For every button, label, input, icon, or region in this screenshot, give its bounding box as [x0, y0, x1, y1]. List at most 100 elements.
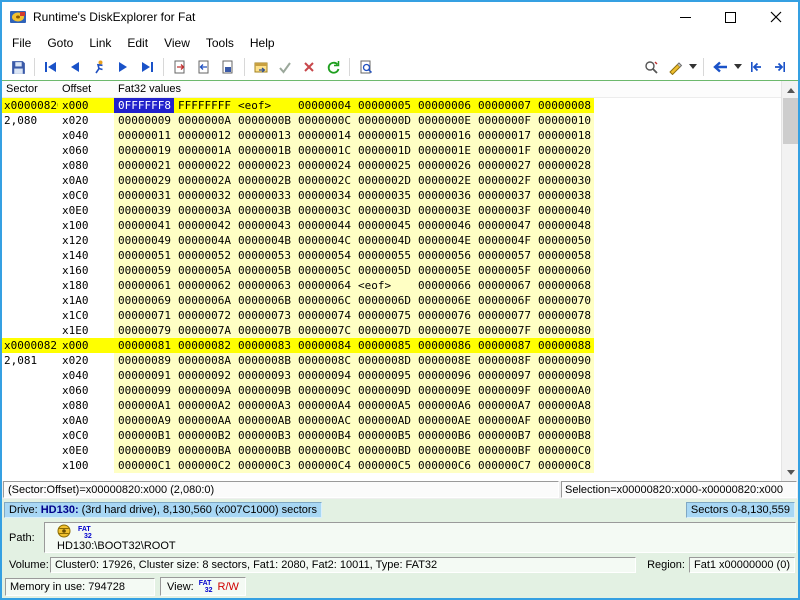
- marker-icon[interactable]: [663, 56, 687, 78]
- fat-entry-cell[interactable]: 00000023: [234, 158, 294, 173]
- fat-entry-cell[interactable]: 00000060: [534, 263, 594, 278]
- fat-entry-cell[interactable]: 000000AA: [174, 413, 234, 428]
- fat-entry-cell[interactable]: 00000068: [534, 278, 594, 293]
- fat-entry-cell[interactable]: 000000BB: [234, 443, 294, 458]
- fat-entry-cell[interactable]: 00000047: [474, 218, 534, 233]
- fat-entry-cell[interactable]: 0000001E: [414, 143, 474, 158]
- fat-entry-cell[interactable]: 00000066: [414, 278, 474, 293]
- fat-entry-cell[interactable]: 00000035: [354, 188, 414, 203]
- fat-entry-cell[interactable]: 000000B1: [114, 428, 174, 443]
- jump-prev-icon[interactable]: [744, 56, 768, 78]
- fat-entry-cell[interactable]: 00000092: [174, 368, 234, 383]
- fat-entry-cell[interactable]: 00000039: [114, 203, 174, 218]
- fat-entry-cell[interactable]: 00000070: [534, 293, 594, 308]
- fat-entry-cell[interactable]: 000000C1: [114, 458, 174, 473]
- menu-view[interactable]: View: [156, 33, 198, 53]
- fat-entry-cell[interactable]: 00000013: [234, 128, 294, 143]
- fat-entry-cell[interactable]: 0000000A: [174, 113, 234, 128]
- fat-entry-cell[interactable]: 000000B2: [174, 428, 234, 443]
- fat-entry-cell[interactable]: 00000075: [354, 308, 414, 323]
- fat-entry-cell[interactable]: 00000025: [354, 158, 414, 173]
- fat-entry-cell[interactable]: 0000004A: [174, 233, 234, 248]
- fat-entry-cell[interactable]: 00000015: [354, 128, 414, 143]
- fat-entry-cell[interactable]: 00000048: [534, 218, 594, 233]
- fat-entry-cell[interactable]: 00000032: [174, 188, 234, 203]
- fat-entry-cell[interactable]: 00000061: [114, 278, 174, 293]
- fat-entry-cell[interactable]: 00000071: [114, 308, 174, 323]
- undo-icon[interactable]: [321, 56, 345, 78]
- fat-entry-cell[interactable]: 00000091: [114, 368, 174, 383]
- fat-entry-cell[interactable]: 00000086: [414, 338, 474, 353]
- fat-entry-cell[interactable]: 00000004: [294, 98, 354, 113]
- fat-entry-cell[interactable]: 000000A4: [294, 398, 354, 413]
- fat-entry-cell[interactable]: 0000005F: [474, 263, 534, 278]
- nav-next-icon[interactable]: [111, 56, 135, 78]
- fat-entry-cell[interactable]: 000000B4: [294, 428, 354, 443]
- fat-entry-cell[interactable]: 0000004B: [234, 233, 294, 248]
- fat-entry-cell[interactable]: 0000009F: [474, 383, 534, 398]
- fat-entry-cell[interactable]: 0000000D: [354, 113, 414, 128]
- fat-entry-cell[interactable]: 0000003C: [294, 203, 354, 218]
- fat-entry-cell[interactable]: 0000004E: [414, 233, 474, 248]
- fat-entry-cell[interactable]: 00000018: [534, 128, 594, 143]
- fat-entry-cell[interactable]: 00000080: [534, 323, 594, 338]
- fat-entry-cell[interactable]: 00000016: [414, 128, 474, 143]
- fat-entry-cell[interactable]: 0000002C: [294, 173, 354, 188]
- fat-entry-cell[interactable]: 0000005E: [414, 263, 474, 278]
- fat-entry-cell[interactable]: 00000045: [354, 218, 414, 233]
- fat-entry-cell[interactable]: 00000012: [174, 128, 234, 143]
- fat-entry-cell[interactable]: 00000083: [234, 338, 294, 353]
- fat-entry-cell[interactable]: 0000006C: [294, 293, 354, 308]
- scrollbar-down-arrow[interactable]: [782, 464, 799, 480]
- fat-entry-cell[interactable]: 0000009C: [294, 383, 354, 398]
- fat-entry-cell[interactable]: 000000BA: [174, 443, 234, 458]
- nav-prev-icon[interactable]: [63, 56, 87, 78]
- minimize-button[interactable]: [663, 2, 708, 32]
- fat-entry-cell[interactable]: 00000097: [474, 368, 534, 383]
- nav-first-icon[interactable]: [39, 56, 63, 78]
- fat-entry-cell[interactable]: 00000078: [534, 308, 594, 323]
- fat-entry-cell[interactable]: 0000007F: [474, 323, 534, 338]
- fat-entry-cell[interactable]: 0000008D: [354, 353, 414, 368]
- fat-entry-cell[interactable]: 00000038: [534, 188, 594, 203]
- fat-entry-cell[interactable]: 0000003A: [174, 203, 234, 218]
- fat-entry-cell[interactable]: 0000007B: [234, 323, 294, 338]
- fat-entry-cell[interactable]: 00000028: [534, 158, 594, 173]
- fat-entry-cell[interactable]: 0000002D: [354, 173, 414, 188]
- maximize-button[interactable]: [708, 2, 753, 32]
- fat-entry-cell[interactable]: 00000085: [354, 338, 414, 353]
- fat-entry-cell[interactable]: 0000002A: [174, 173, 234, 188]
- fat-entry-cell[interactable]: 00000027: [474, 158, 534, 173]
- fat-entry-cell[interactable]: 0000009A: [174, 383, 234, 398]
- vertical-scrollbar[interactable]: [781, 81, 798, 481]
- fat-entry-cell[interactable]: 0000008B: [234, 353, 294, 368]
- fat-entry-cell[interactable]: 00000051: [114, 248, 174, 263]
- fat-entry-cell[interactable]: 0000007C: [294, 323, 354, 338]
- fat-entry-cell[interactable]: 0000008E: [414, 353, 474, 368]
- fat-entry-cell[interactable]: 000000A2: [174, 398, 234, 413]
- fat-entry-cell[interactable]: 00000044: [294, 218, 354, 233]
- fat-entry-cell[interactable]: 0000003E: [414, 203, 474, 218]
- fat-entry-cell[interactable]: 00000079: [114, 323, 174, 338]
- fat-entry-cell[interactable]: 0000008C: [294, 353, 354, 368]
- fat-entry-cell[interactable]: 0000000F: [474, 113, 534, 128]
- fat-entry-cell[interactable]: 00000073: [234, 308, 294, 323]
- fat-entry-cell[interactable]: 000000C4: [294, 458, 354, 473]
- fat-entry-cell[interactable]: 00000076: [414, 308, 474, 323]
- fat-entry-cell[interactable]: 00000063: [234, 278, 294, 293]
- fat-entry-cell[interactable]: 000000A6: [414, 398, 474, 413]
- fat-entry-cell[interactable]: 00000006: [414, 98, 474, 113]
- fat-entry-cell[interactable]: 0000006B: [234, 293, 294, 308]
- fat-entry-cell[interactable]: <eof>: [234, 98, 294, 113]
- fat-entry-cell[interactable]: 00000094: [294, 368, 354, 383]
- fat-entry-cell[interactable]: 000000A1: [114, 398, 174, 413]
- fat-entry-cell[interactable]: 0000003B: [234, 203, 294, 218]
- fat-entry-cell[interactable]: 0000001F: [474, 143, 534, 158]
- fat-entry-cell[interactable]: 00000050: [534, 233, 594, 248]
- fat-entry-cell[interactable]: 0000001C: [294, 143, 354, 158]
- fat-entry-cell[interactable]: 00000074: [294, 308, 354, 323]
- fat-entry-cell[interactable]: 00000053: [234, 248, 294, 263]
- write-icon[interactable]: [216, 56, 240, 78]
- menu-tools[interactable]: Tools: [198, 33, 242, 53]
- fat-entry-cell[interactable]: 0000004D: [354, 233, 414, 248]
